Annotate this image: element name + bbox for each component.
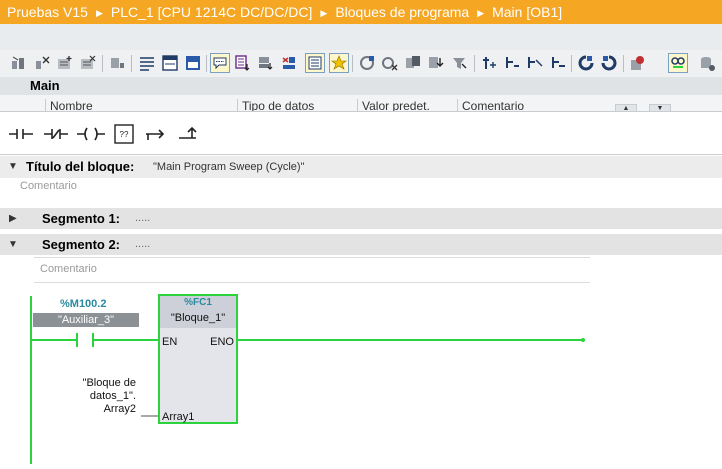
rung-end-point bbox=[581, 338, 585, 342]
function-name[interactable]: "Bloque_1" bbox=[160, 312, 236, 324]
parameter-line: datos_1". bbox=[89, 390, 136, 402]
pin-eno: ENO bbox=[210, 336, 234, 348]
pin-array1: Array1 bbox=[162, 411, 195, 423]
parameter-line: "Bloque de bbox=[82, 377, 136, 389]
contact-address[interactable]: %M100.2 bbox=[60, 298, 106, 310]
parameter-operand[interactable]: "Bloque de datos_1". Array2 bbox=[40, 377, 136, 416]
contact-tag[interactable]: "Auxiliar_3" bbox=[33, 313, 139, 327]
parameter-line: Array2 bbox=[103, 403, 136, 415]
pin-en: EN bbox=[162, 336, 178, 348]
function-call-box[interactable]: %FC1 "Bloque_1" EN ENO Array1 bbox=[158, 294, 238, 424]
function-address: %FC1 bbox=[184, 297, 212, 308]
